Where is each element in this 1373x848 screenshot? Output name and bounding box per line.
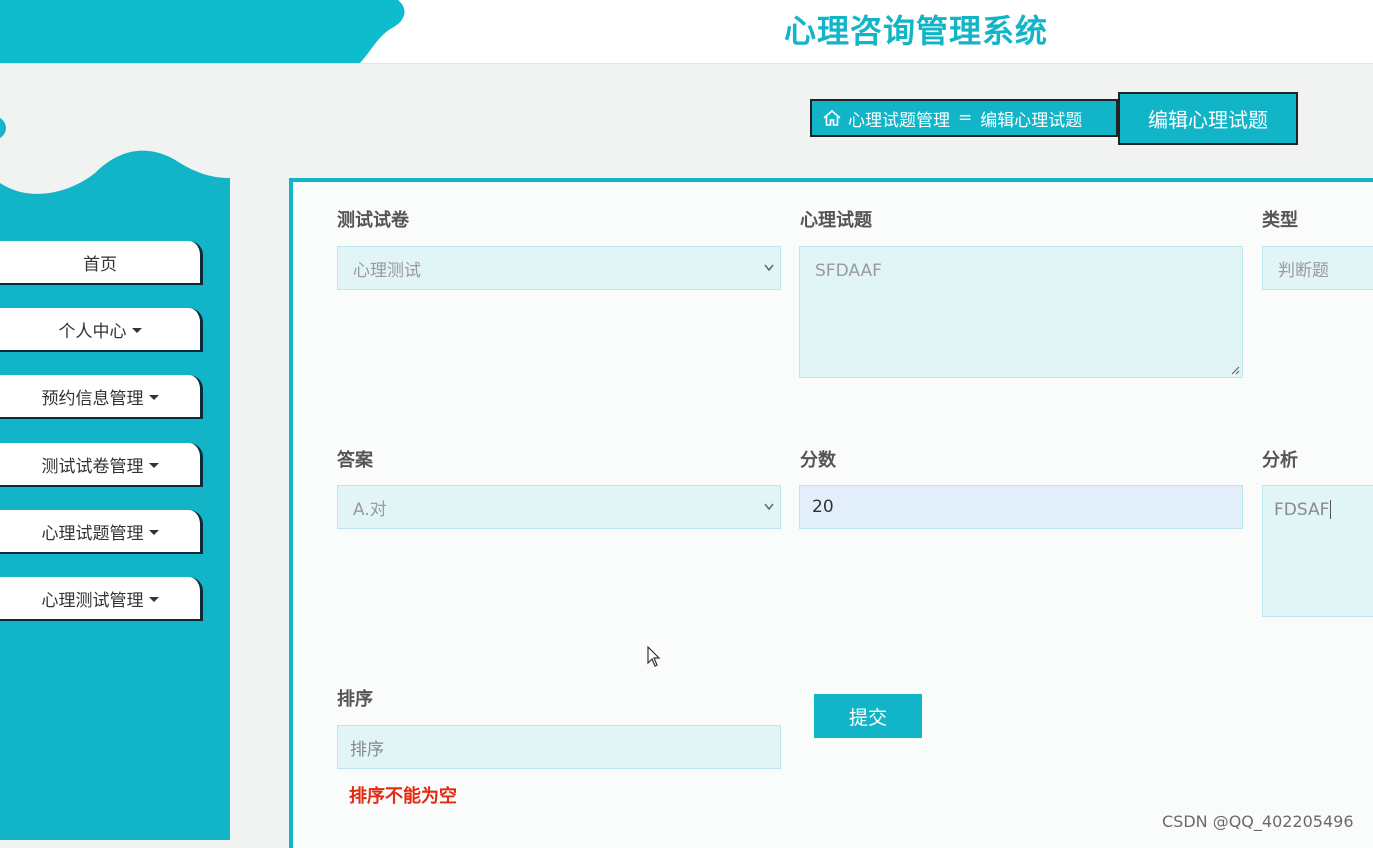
paper-select-value: 心理测试: [353, 260, 421, 281]
caret-down-icon: [131, 327, 142, 333]
sidebar-item-label: 心理测试管理: [41, 590, 144, 611]
header-decoration: [0, 0, 405, 63]
resize-handle-icon[interactable]: [1230, 365, 1240, 375]
header: 心理咨询管理系统: [0, 0, 1373, 64]
sidebar-item-label: 心理试题管理: [41, 523, 144, 544]
sidebar-item-personal-center[interactable]: 个人中心: [0, 308, 203, 352]
answer-select-value: A.对: [353, 499, 387, 520]
chevron-down-icon: [764, 503, 774, 511]
question-textarea-value: SFDAAF: [815, 261, 882, 281]
breadcrumb-parent[interactable]: 心理试题管理: [848, 106, 950, 131]
mouse-pointer-icon: [647, 646, 661, 667]
question-label: 心理试题: [800, 210, 872, 231]
sidebar-item-psych-test-management[interactable]: 心理测试管理: [0, 577, 203, 621]
type-field[interactable]: 判断题: [1262, 246, 1373, 290]
sidebar-item-label: 测试试卷管理: [41, 456, 144, 477]
caret-down-icon: [148, 596, 159, 602]
score-input-value: 20: [812, 497, 834, 517]
sidebar-item-label: 个人中心: [58, 321, 127, 342]
analysis-textarea[interactable]: FDSAF: [1262, 485, 1373, 617]
submit-button[interactable]: 提交: [814, 694, 922, 738]
breadcrumb-current: 编辑心理试题: [980, 110, 1083, 131]
sidebar-item-label: 首页: [83, 254, 117, 275]
paper-select[interactable]: 心理测试: [337, 246, 781, 290]
breadcrumb-separator: =: [958, 108, 973, 128]
page-title: 编辑心理试题: [1118, 92, 1298, 145]
analysis-label: 分析: [1262, 450, 1298, 471]
sort-input-placeholder: 排序: [350, 739, 384, 760]
score-input[interactable]: 20: [799, 485, 1243, 529]
answer-label: 答案: [337, 450, 373, 471]
sort-input[interactable]: 排序: [337, 725, 781, 769]
sort-error-message: 排序不能为空: [349, 786, 457, 807]
type-field-value: 判断题: [1278, 260, 1329, 281]
sidebar-item-appointment-management[interactable]: 预约信息管理: [0, 375, 203, 419]
sidebar-item-label: 预约信息管理: [41, 388, 144, 409]
chevron-down-icon: [764, 264, 774, 272]
watermark: CSDN @QQ_402205496: [1162, 812, 1354, 831]
caret-down-icon: [148, 462, 159, 468]
sidebar-item-question-management[interactable]: 心理试题管理: [0, 510, 203, 554]
home-icon[interactable]: [822, 108, 842, 128]
caret-down-icon: [148, 529, 159, 535]
sidebar: 首页 个人中心 预约信息管理 测试试卷管理 心理试题管理 心理测试管理: [0, 63, 230, 840]
sidebar-item-home[interactable]: 首页: [0, 241, 203, 285]
analysis-textarea-value: FDSAF: [1274, 500, 1330, 520]
answer-select[interactable]: A.对: [337, 485, 781, 529]
question-textarea[interactable]: SFDAAF: [799, 246, 1243, 378]
breadcrumb: 心理试题管理 = 编辑心理试题: [810, 99, 1118, 137]
paper-label: 测试试卷: [337, 210, 409, 231]
text-cursor: [1330, 500, 1332, 519]
edit-question-form: 测试试卷 心理测试 心理试题 SFDAAF 类型 判断题 答案 A.对 分数 2…: [289, 178, 1373, 848]
sort-label: 排序: [337, 689, 373, 710]
app-title: 心理咨询管理系统: [784, 12, 1049, 50]
type-label: 类型: [1262, 210, 1298, 231]
caret-down-icon: [148, 394, 159, 400]
score-label: 分数: [800, 450, 836, 471]
sidebar-item-test-paper-management[interactable]: 测试试卷管理: [0, 443, 203, 487]
